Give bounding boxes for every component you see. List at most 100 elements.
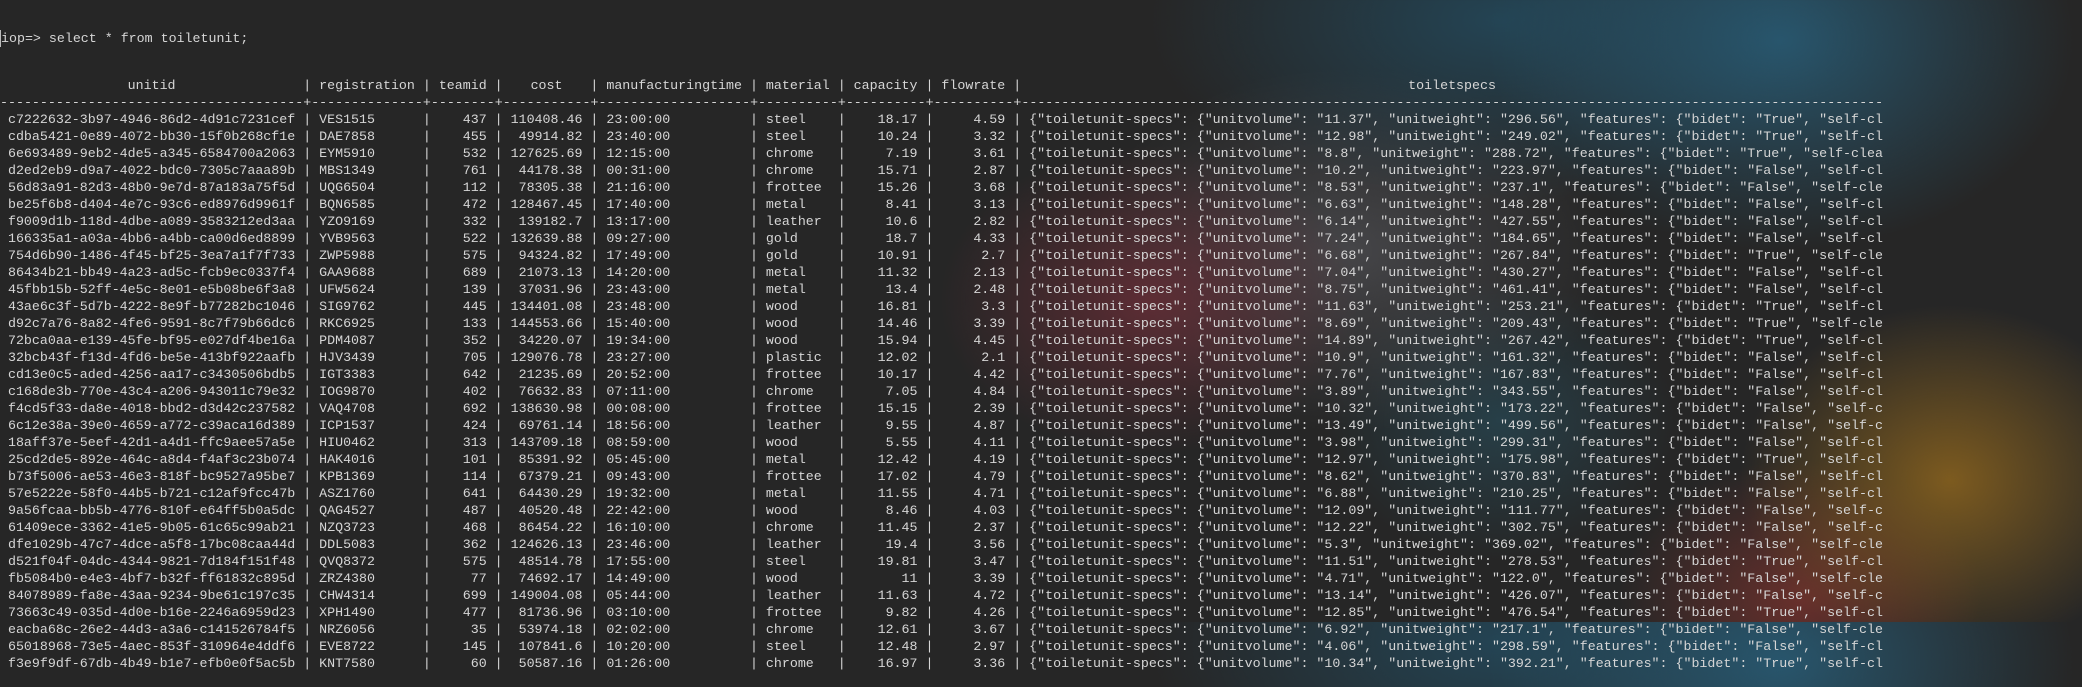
cell-unitid: 72bca0aa-e139-45fe-bf95-e027df4be16a — [7, 333, 296, 348]
cell-manufacturingtime: 23:43:00 — [606, 282, 671, 297]
column-separator: | — [749, 571, 758, 586]
cell-registration: VAQ4708 — [319, 401, 375, 416]
table-row[interactable]: 84078989-fa8e-43aa-9234-9be61c197c35 | CHW… — [0, 587, 1883, 604]
column-separator: | — [422, 571, 431, 586]
column-separator: | — [422, 622, 431, 637]
cell-cost: 86454.22 — [518, 520, 583, 535]
column-separator: | — [749, 622, 758, 637]
cell-teamid: 468 — [462, 520, 487, 535]
column-separator: | — [590, 486, 599, 501]
cell-material: gold — [765, 248, 798, 263]
cell-material: steel — [765, 129, 806, 144]
column-separator: | — [590, 197, 599, 212]
table-row[interactable]: 73663c49-035d-4d0e-b16e-2246a6959d23 | XPH… — [0, 604, 1883, 621]
column-separator: | — [422, 197, 431, 212]
cell-cost: 74692.17 — [518, 571, 583, 586]
cell-unitid: 32bcb43f-f13d-4fd6-be5e-413bf922aafb — [7, 350, 296, 365]
cell-flowrate: 3.47 — [973, 554, 1006, 569]
column-separator: | — [494, 605, 503, 620]
table-row[interactable]: b73f5006-ae53-46e3-818f-bc9527a95be7 | KPB… — [0, 468, 1883, 485]
table-row[interactable]: d2ed2eb9-d9a7-4022-bdc0-7305c7aaa89b | MBS… — [0, 162, 1883, 179]
cell-cost: 81736.96 — [518, 605, 583, 620]
cell-manufacturingtime: 17:55:00 — [606, 554, 671, 569]
cell-material: wood — [765, 299, 798, 314]
column-separator: | — [303, 214, 312, 229]
table-row[interactable]: 86434b21-bb49-4a23-ad5c-fcb9ec0337f4 | GAA… — [0, 264, 1883, 281]
table-row[interactable]: c168de3b-770e-43c4-a206-943011c79e32 | IOG… — [0, 383, 1883, 400]
cell-capacity: 12.02 — [877, 350, 918, 365]
header-divider: --------------------------------------+-… — [0, 95, 1884, 110]
column-separator: | — [494, 452, 503, 467]
cell-registration: IGT3383 — [319, 367, 375, 382]
column-header-toiletspecs: toiletspecs — [1408, 78, 1496, 93]
table-row[interactable]: 45fbb15b-52ff-4e5c-8e01-e5b08be6f3a8 | UFW… — [0, 281, 1883, 298]
table-row[interactable]: 6e693489-9eb2-4de5-a345-6584700a2063 | EYM… — [0, 145, 1883, 162]
table-row[interactable]: 72bca0aa-e139-45fe-bf95-e027df4be16a | PDM… — [0, 332, 1883, 349]
table-row[interactable]: d521f04f-04dc-4344-9821-7d184f151f48 | QVQ… — [0, 553, 1883, 570]
cell-registration: ZWP5988 — [319, 248, 375, 263]
cell-material: wood — [765, 316, 798, 331]
column-separator: | — [303, 265, 312, 280]
column-separator: | — [1013, 571, 1022, 586]
cell-unitid: 61409ece-3362-41e5-9b05-61c65c99ab21 — [7, 520, 296, 535]
column-separator: | — [1013, 639, 1022, 654]
table-row[interactable]: cd13e0c5-aded-4256-aa17-c3430506bdb5 | IGT… — [0, 366, 1883, 383]
cell-cost: 144553.66 — [510, 316, 583, 331]
cell-capacity: 15.26 — [877, 180, 918, 195]
table-row[interactable]: be25f6b8-d404-4e7c-93c6-ed8976d9961f | BQN… — [0, 196, 1883, 213]
cell-manufacturingtime: 05:45:00 — [606, 452, 671, 467]
query-result-table: unitid | registration | teamid | cost | manufact… — [0, 77, 1883, 672]
column-separator: | — [422, 639, 431, 654]
column-separator: | — [303, 639, 312, 654]
column-separator: | — [837, 554, 846, 569]
cell-material: leather — [765, 418, 822, 433]
column-separator: | — [925, 401, 934, 416]
column-separator: | — [837, 265, 846, 280]
table-row[interactable]: 25cd2de5-892e-464c-a8d4-f4af3c23b074 | HAK… — [0, 451, 1883, 468]
cell-registration: ICP1537 — [319, 418, 375, 433]
table-row[interactable]: 32bcb43f-f13d-4fd6-be5e-413bf922aafb | HJV… — [0, 349, 1883, 366]
table-row[interactable]: 9a56fcaa-bb5b-4776-810f-e64ff5b0a5dc | QAG… — [0, 502, 1883, 519]
column-separator: | — [1013, 265, 1022, 280]
column-separator: | — [422, 129, 431, 144]
cell-material: metal — [765, 452, 806, 467]
table-row[interactable]: 166335a1-a03a-4bb6-a4bb-ca00d6ed8899 | YVB… — [0, 230, 1883, 247]
cell-toiletspecs: {"toiletunit-specs": {"unitvolume": "10.… — [1029, 401, 1883, 416]
column-separator: | — [494, 384, 503, 399]
table-row[interactable]: d92c7a76-8a82-4fe6-9591-8c7f79b66dc6 | RKC… — [0, 315, 1883, 332]
table-row[interactable]: cdba5421-0e89-4072-bb30-15f0b268cf1e | DAE… — [0, 128, 1883, 145]
cell-flowrate: 3.36 — [973, 656, 1006, 671]
sql-prompt-line[interactable]: iop=> select * from toiletunit; — [0, 30, 1883, 47]
table-row[interactable]: 61409ece-3362-41e5-9b05-61c65c99ab21 | NZQ… — [0, 519, 1883, 536]
cell-flowrate: 2.37 — [973, 520, 1006, 535]
cell-registration: GAA9688 — [319, 265, 375, 280]
column-separator: | — [1013, 605, 1022, 620]
table-row[interactable]: 6c12e38a-39e0-4659-a772-c39aca16d389 | ICP… — [0, 417, 1883, 434]
column-separator: | — [494, 656, 503, 671]
cell-unitid: dfe1029b-47c7-4dce-a5f8-17bc08caa44d — [7, 537, 296, 552]
column-separator: | — [749, 163, 758, 178]
table-row[interactable]: 754d6b90-1486-4f45-bf25-3ea7a1f7f733 | ZWP… — [0, 247, 1883, 264]
table-row[interactable]: dfe1029b-47c7-4dce-a5f8-17bc08caa44d | DDL… — [0, 536, 1883, 553]
table-row[interactable]: fb5084b0-e4e3-4bf7-b32f-ff61832c895d | ZRZ… — [0, 570, 1883, 587]
table-row[interactable]: f3e9f9df-67db-4b49-b1e7-efb0e0f5ac5b | KNT… — [0, 655, 1883, 672]
cell-cost: 78305.38 — [518, 180, 583, 195]
cell-capacity: 11.45 — [877, 520, 918, 535]
table-row[interactable]: f9009d1b-118d-4dbe-a089-3583212ed3aa | YZO… — [0, 213, 1883, 230]
table-row[interactable]: 65018968-73e5-4aec-853f-310964e4ddf6 | EVE… — [0, 638, 1883, 655]
cell-flowrate: 2.1 — [981, 350, 1006, 365]
cell-unitid: 86434b21-bb49-4a23-ad5c-fcb9ec0337f4 — [7, 265, 296, 280]
table-row[interactable]: 43ae6c3f-5d7b-4222-8e9f-b77282bc1046 | SIG… — [0, 298, 1883, 315]
cell-material: chrome — [765, 622, 814, 637]
table-row[interactable]: 18aff37e-5eef-42d1-a4d1-ffc9aee57a5e | HIU… — [0, 434, 1883, 451]
column-separator: | — [837, 231, 846, 246]
cell-registration: KNT7580 — [319, 656, 375, 671]
cell-flowrate: 4.26 — [973, 605, 1006, 620]
table-row[interactable]: 57e5222e-58f0-44b5-b721-c12af9fcc47b | ASZ… — [0, 485, 1883, 502]
cell-toiletspecs: {"toiletunit-specs": {"unitvolume": "8.8… — [1029, 146, 1883, 161]
table-row[interactable]: c7222632-3b97-4946-86d2-4d91c7231cef | VES… — [0, 111, 1883, 128]
table-row[interactable]: f4cd5f33-da8e-4018-bbd2-d3d42c237582 | VAQ… — [0, 400, 1883, 417]
table-row[interactable]: eacba68c-26e2-44d3-a3a6-c141526784f5 | NRZ… — [0, 621, 1883, 638]
table-row[interactable]: 56d83a91-82d3-48b0-9e7d-87a183a75f5d | UQG… — [0, 179, 1883, 196]
cell-material: frottee — [765, 401, 822, 416]
